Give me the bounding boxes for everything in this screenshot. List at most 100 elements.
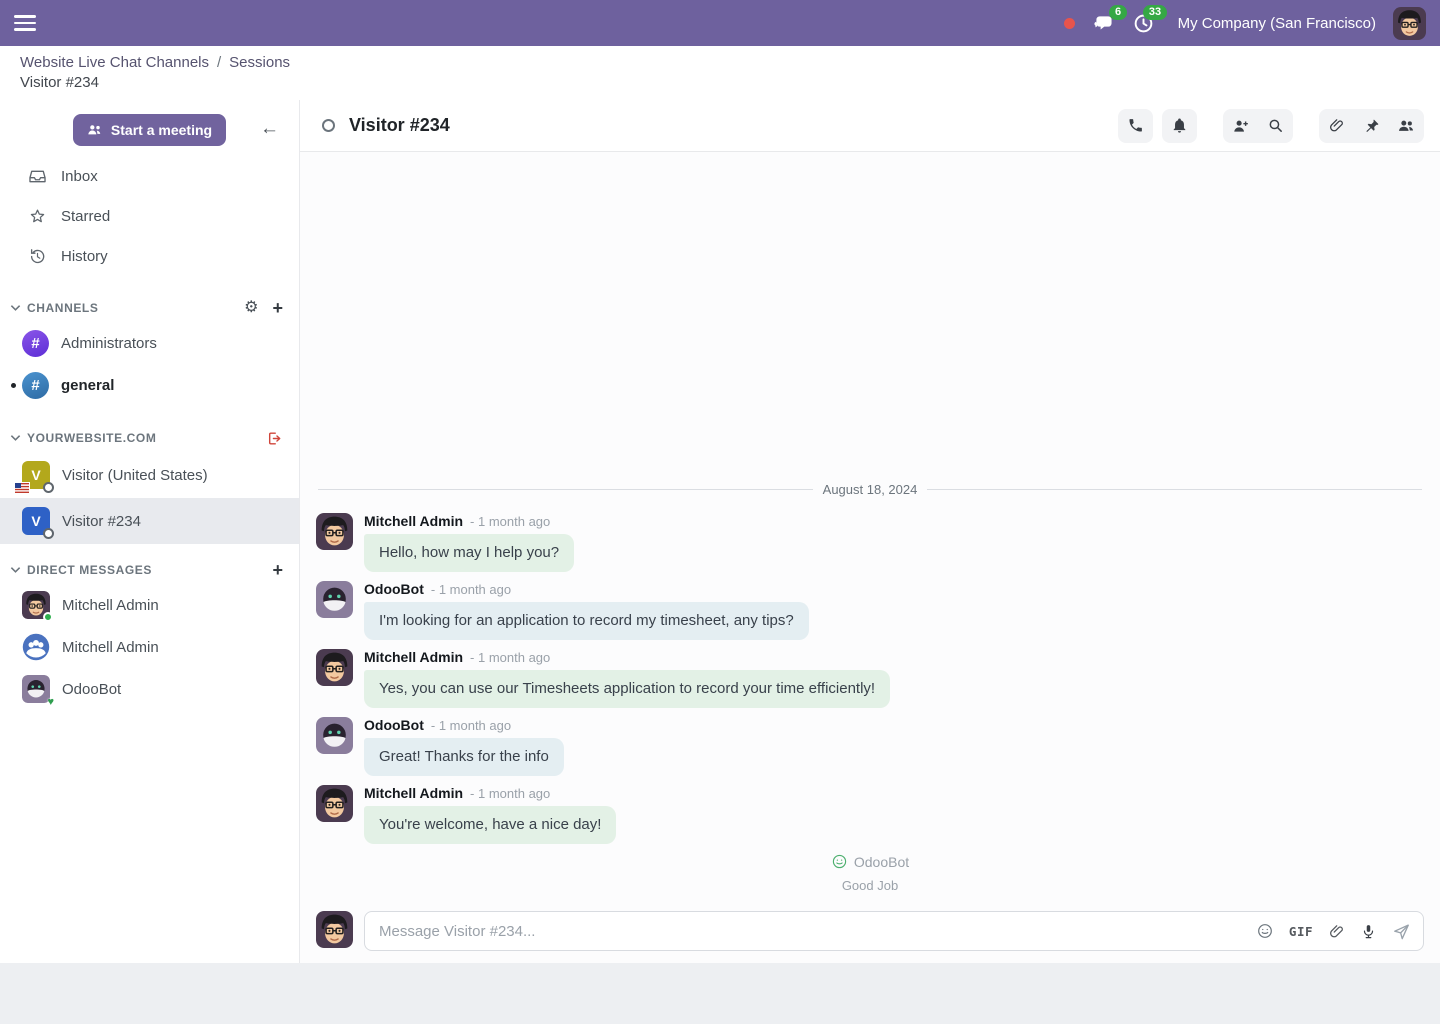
bell-icon (1171, 117, 1188, 134)
attachments-panel-button[interactable] (1319, 109, 1354, 143)
breadcrumb-separator: / (217, 54, 221, 71)
messages-button[interactable]: 6 (1092, 12, 1115, 35)
user-avatar[interactable] (1393, 7, 1426, 40)
activities-button[interactable]: 33 (1132, 12, 1155, 35)
paperclip-icon (1328, 117, 1345, 134)
message-author[interactable]: OdooBot (364, 717, 424, 733)
chat-header: Visitor #234 (300, 100, 1440, 152)
user-avatar (22, 591, 50, 619)
unread-dot (11, 383, 16, 388)
search-messages-button[interactable] (1258, 109, 1293, 143)
message-bubble: You're welcome, have a nice day! (364, 806, 616, 844)
smiley-icon (1256, 922, 1274, 940)
company-switcher[interactable]: My Company (San Francisco) (1178, 15, 1376, 32)
visitor-status-icon (322, 119, 335, 132)
composer-user-avatar (316, 911, 353, 948)
message-timestamp: - 1 month ago (431, 582, 511, 597)
history-icon (28, 247, 47, 266)
message-timestamp: - 1 month ago (470, 650, 550, 665)
members-panel-button[interactable] (1389, 109, 1424, 143)
channels-section-header[interactable]: CHANNELS ⚙ + (0, 294, 299, 322)
date-divider-label: August 18, 2024 (813, 482, 928, 497)
breadcrumb-link-livechat-channels[interactable]: Website Live Chat Channels (20, 54, 209, 71)
sidebar-dm-odoobot[interactable]: ♥ OdooBot (0, 668, 299, 710)
star-icon (28, 207, 47, 226)
search-icon (1267, 117, 1284, 134)
message-author[interactable]: Mitchell Admin (364, 513, 463, 529)
send-paper-plane-icon (1392, 922, 1411, 941)
breadcrumb: Website Live Chat Channels / Sessions Vi… (0, 46, 1440, 100)
message-bubble: Yes, you can use our Timesheets applicat… (364, 670, 890, 708)
message-author[interactable]: OdooBot (364, 581, 424, 597)
composer-box[interactable]: GIF (364, 911, 1424, 951)
start-meeting-button[interactable]: Start a meeting (73, 114, 226, 146)
sidebar-channel-administrators[interactable]: # Administrators (0, 322, 299, 364)
message-author[interactable]: Mitchell Admin (364, 649, 463, 665)
us-flag-icon (15, 483, 29, 493)
attach-file-button[interactable] (1328, 923, 1345, 940)
discuss-sidebar: Start a meeting ← Inbox Starred Hi (0, 100, 300, 963)
message-input[interactable] (379, 923, 1246, 940)
sidebar-livechat-visitor-234[interactable]: V Visitor #234 (0, 498, 299, 544)
emoji-picker-button[interactable] (1256, 922, 1274, 940)
hamburger-menu-icon[interactable] (14, 15, 36, 31)
voice-message-button[interactable] (1360, 923, 1377, 940)
members-people-icon (1397, 116, 1416, 135)
visitor-avatar: V (22, 507, 50, 535)
chat-title[interactable]: Visitor #234 (349, 115, 450, 136)
chat-message: Mitchell Admin - 1 month ago Yes, you ca… (316, 649, 1424, 708)
sidebar-livechat-visitor-us[interactable]: V Visitor (United States) (0, 452, 299, 498)
channel-hash-icon: # (22, 372, 49, 399)
sidebar-item-history[interactable]: History (0, 236, 299, 276)
sidebar-channel-general[interactable]: # general (0, 364, 299, 406)
chat-message: OdooBot - 1 month ago Great! Thanks for … (316, 717, 1424, 776)
notification-settings-button[interactable] (1162, 109, 1197, 143)
livechat-rating: OdooBot Good Job (316, 853, 1424, 893)
breadcrumb-current: Visitor #234 (20, 74, 1420, 91)
sidebar-dm-mitchell-admin-group[interactable]: Mitchell Admin (0, 626, 299, 668)
collapse-sidebar-arrow-icon[interactable]: ← (260, 118, 279, 140)
rating-author: OdooBot (854, 854, 909, 870)
sidebar-item-starred[interactable]: Starred (0, 196, 299, 236)
message-author-avatar[interactable] (316, 513, 353, 550)
leave-livechat-icon[interactable] (266, 430, 283, 447)
chevron-down-icon (10, 434, 21, 442)
message-author-avatar[interactable] (316, 785, 353, 822)
message-author-avatar[interactable] (316, 581, 353, 618)
pinned-messages-button[interactable] (1354, 109, 1389, 143)
chevron-down-icon (10, 304, 21, 312)
chat-message: Mitchell Admin - 1 month ago You're welc… (316, 785, 1424, 844)
message-author-avatar[interactable] (316, 717, 353, 754)
activities-count-badge: 33 (1143, 5, 1166, 20)
call-button[interactable] (1118, 109, 1153, 143)
rating-label: Good Job (316, 878, 1424, 893)
recording-indicator-icon (1064, 18, 1075, 29)
microphone-icon (1360, 923, 1377, 940)
add-user-icon (1232, 117, 1250, 135)
channels-settings-gear-icon[interactable]: ⚙ (244, 300, 258, 316)
bot-avatar: ♥ (22, 675, 50, 703)
add-channel-button[interactable]: + (272, 300, 283, 316)
top-navbar: 6 33 My Company (San Francisco) (0, 0, 1440, 46)
invite-user-button[interactable] (1223, 109, 1258, 143)
message-bubble: I'm looking for an application to record… (364, 602, 809, 640)
inbox-icon (28, 167, 47, 186)
message-author[interactable]: Mitchell Admin (364, 785, 463, 801)
livechat-section-header[interactable]: YOURWEBSITE.COM (0, 424, 299, 452)
send-message-button[interactable] (1392, 922, 1411, 941)
direct-messages-section-header[interactable]: DIRECT MESSAGES + (0, 556, 299, 584)
message-thread: August 18, 2024 Mitchell Admin - 1 month… (300, 152, 1440, 893)
phone-icon (1127, 117, 1144, 134)
chat-main-area: Visitor #234 (300, 100, 1440, 1024)
paperclip-icon (1328, 923, 1345, 940)
sidebar-item-inbox[interactable]: Inbox (0, 156, 299, 196)
breadcrumb-link-sessions[interactable]: Sessions (229, 54, 290, 71)
page-footer-area (0, 963, 1440, 1024)
sidebar-dm-mitchell-admin[interactable]: Mitchell Admin (0, 584, 299, 626)
chat-message: OdooBot - 1 month ago I'm looking for an… (316, 581, 1424, 640)
date-divider: August 18, 2024 (318, 482, 1422, 497)
online-status-icon (43, 612, 53, 622)
gif-button[interactable]: GIF (1289, 924, 1313, 939)
message-author-avatar[interactable] (316, 649, 353, 686)
add-direct-message-button[interactable]: + (272, 562, 283, 578)
